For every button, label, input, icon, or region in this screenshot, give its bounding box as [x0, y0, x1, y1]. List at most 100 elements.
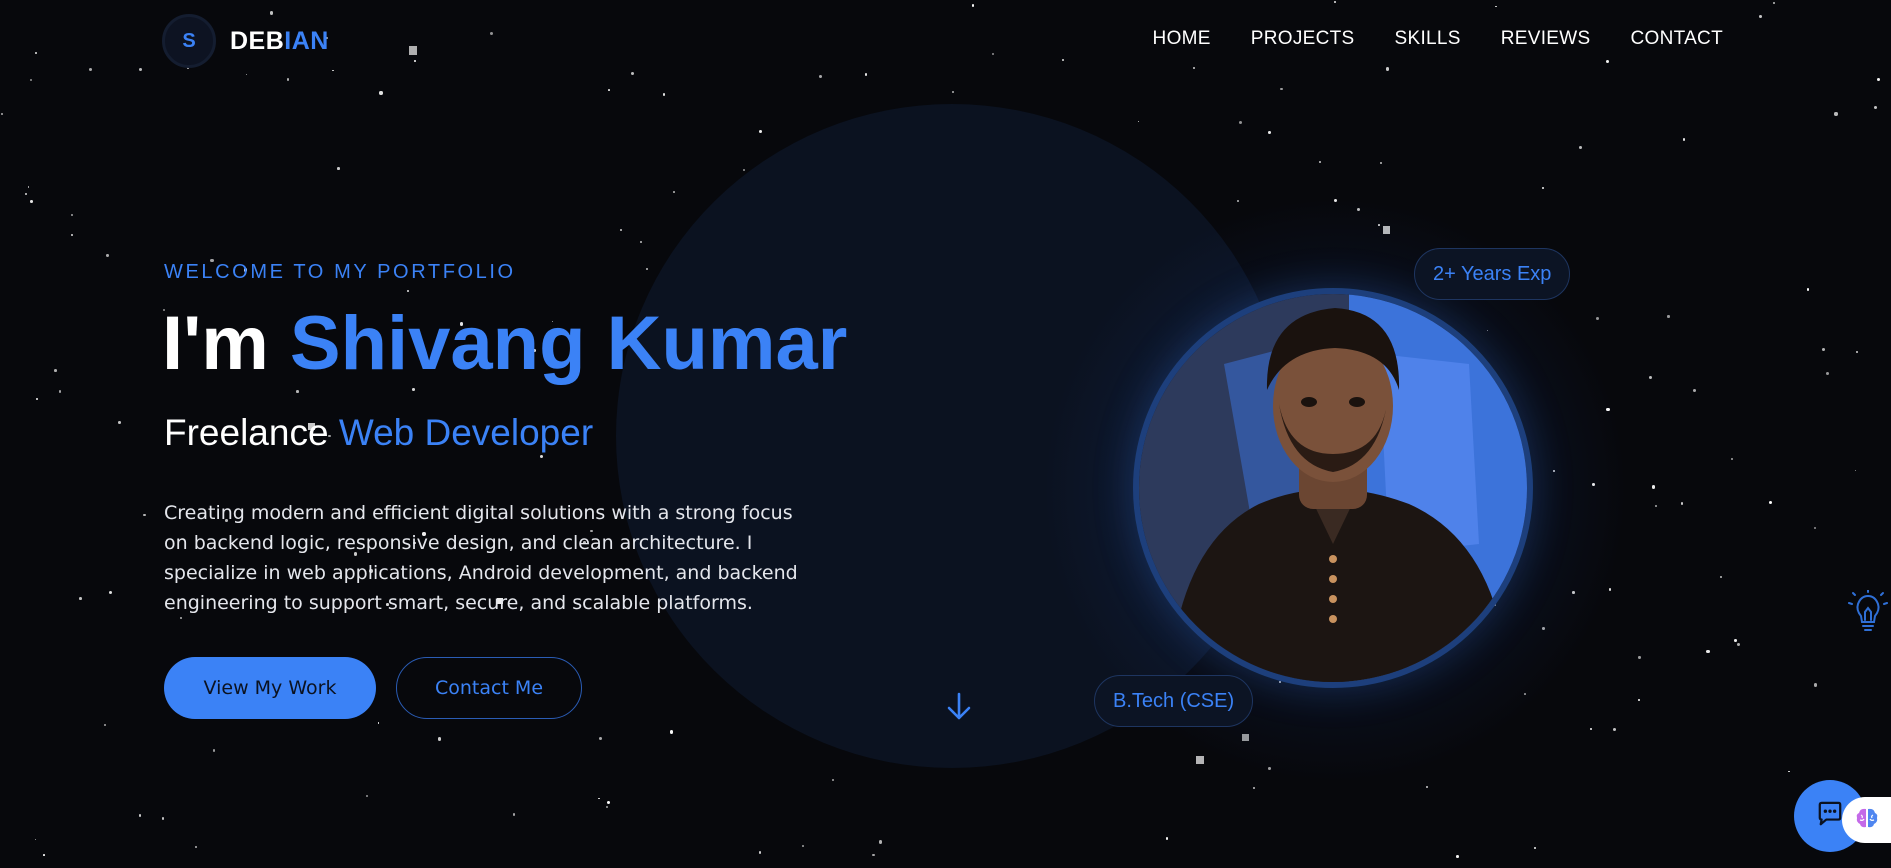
star	[620, 229, 623, 232]
star	[1807, 288, 1810, 291]
star	[645, 267, 648, 270]
star	[598, 736, 603, 740]
title-name: Shivang Kumar	[289, 301, 848, 386]
profile-photo	[1133, 288, 1533, 688]
logo-badge: S	[162, 14, 216, 68]
star	[606, 800, 610, 804]
star	[605, 806, 608, 809]
star	[1720, 575, 1723, 579]
star	[1192, 66, 1195, 70]
star	[1, 112, 4, 116]
star	[670, 730, 674, 734]
logo-text-part2: IAN	[284, 26, 329, 55]
star	[1495, 5, 1497, 8]
star	[118, 421, 122, 424]
star	[489, 31, 493, 35]
star	[952, 90, 955, 93]
star	[194, 845, 198, 849]
star	[539, 455, 543, 459]
star	[1788, 770, 1790, 773]
star	[1425, 785, 1429, 788]
lightbulb-icon[interactable]	[1848, 589, 1888, 636]
star	[743, 169, 745, 171]
star	[104, 723, 107, 726]
star	[1596, 317, 1600, 321]
star	[1590, 727, 1593, 730]
star	[1613, 728, 1617, 732]
star	[1758, 15, 1762, 19]
star	[212, 749, 216, 752]
ai-assistant-button[interactable]	[1842, 797, 1891, 843]
star	[1813, 683, 1818, 687]
star	[413, 59, 417, 62]
star	[337, 167, 340, 170]
star	[1137, 120, 1140, 123]
welcome-label: WELCOME TO MY PORTFOLIO	[164, 261, 516, 283]
star	[598, 797, 601, 800]
star	[30, 200, 33, 203]
star	[412, 387, 415, 391]
star	[138, 67, 143, 71]
star	[1772, 1, 1775, 4]
star	[1769, 500, 1773, 504]
main-nav: HOME PROJECTS SKILLS REVIEWS CONTACT	[1153, 28, 1723, 50]
site-logo[interactable]: S DEBIAN	[162, 14, 329, 68]
star	[801, 845, 804, 848]
star	[991, 52, 994, 56]
star	[1693, 388, 1697, 392]
contact-me-button[interactable]: Contact Me	[396, 657, 582, 719]
star	[512, 813, 516, 817]
star	[1379, 162, 1383, 165]
nav-home[interactable]: HOME	[1153, 28, 1211, 50]
star	[1268, 130, 1271, 134]
star	[1706, 649, 1710, 653]
star	[1834, 112, 1838, 116]
star	[437, 737, 442, 741]
star	[71, 214, 74, 217]
star	[27, 186, 30, 188]
logo-text: DEBIAN	[230, 27, 329, 56]
star	[607, 88, 610, 91]
star	[662, 93, 666, 96]
star	[1318, 160, 1322, 163]
star	[71, 234, 74, 237]
star	[1456, 855, 1459, 859]
star	[161, 817, 165, 820]
star	[1334, 0, 1337, 3]
star	[872, 853, 875, 857]
star	[296, 390, 300, 393]
star	[971, 4, 975, 8]
nav-projects[interactable]: PROJECTS	[1251, 28, 1355, 50]
star	[43, 854, 45, 856]
nav-contact[interactable]: CONTACT	[1630, 28, 1723, 50]
star	[245, 73, 248, 76]
star	[59, 390, 62, 393]
star	[1239, 120, 1243, 124]
star	[35, 52, 38, 55]
logo-text-part1: DEB	[230, 26, 285, 55]
star	[1638, 656, 1641, 659]
nav-skills[interactable]: SKILLS	[1395, 28, 1461, 50]
hero-description: Creating modern and efficient digital so…	[164, 502, 798, 614]
star	[1733, 639, 1737, 642]
nav-reviews[interactable]: REVIEWS	[1501, 28, 1591, 50]
star	[379, 91, 383, 95]
chat-bubble-icon	[1816, 801, 1844, 832]
subtitle-highlight: Web Developer	[338, 412, 594, 453]
star	[408, 46, 418, 56]
star	[1876, 77, 1880, 81]
star	[143, 513, 146, 517]
star	[1813, 526, 1816, 529]
arrow-down-icon[interactable]	[945, 690, 973, 724]
star	[1385, 67, 1389, 71]
star	[1534, 846, 1537, 849]
star	[54, 368, 58, 372]
star	[832, 779, 835, 782]
star	[1682, 138, 1686, 141]
star	[1731, 458, 1734, 461]
star	[1280, 87, 1283, 91]
star	[1165, 837, 1169, 840]
star	[286, 77, 290, 81]
star	[1252, 787, 1255, 790]
view-work-button[interactable]: View My Work	[164, 657, 376, 719]
